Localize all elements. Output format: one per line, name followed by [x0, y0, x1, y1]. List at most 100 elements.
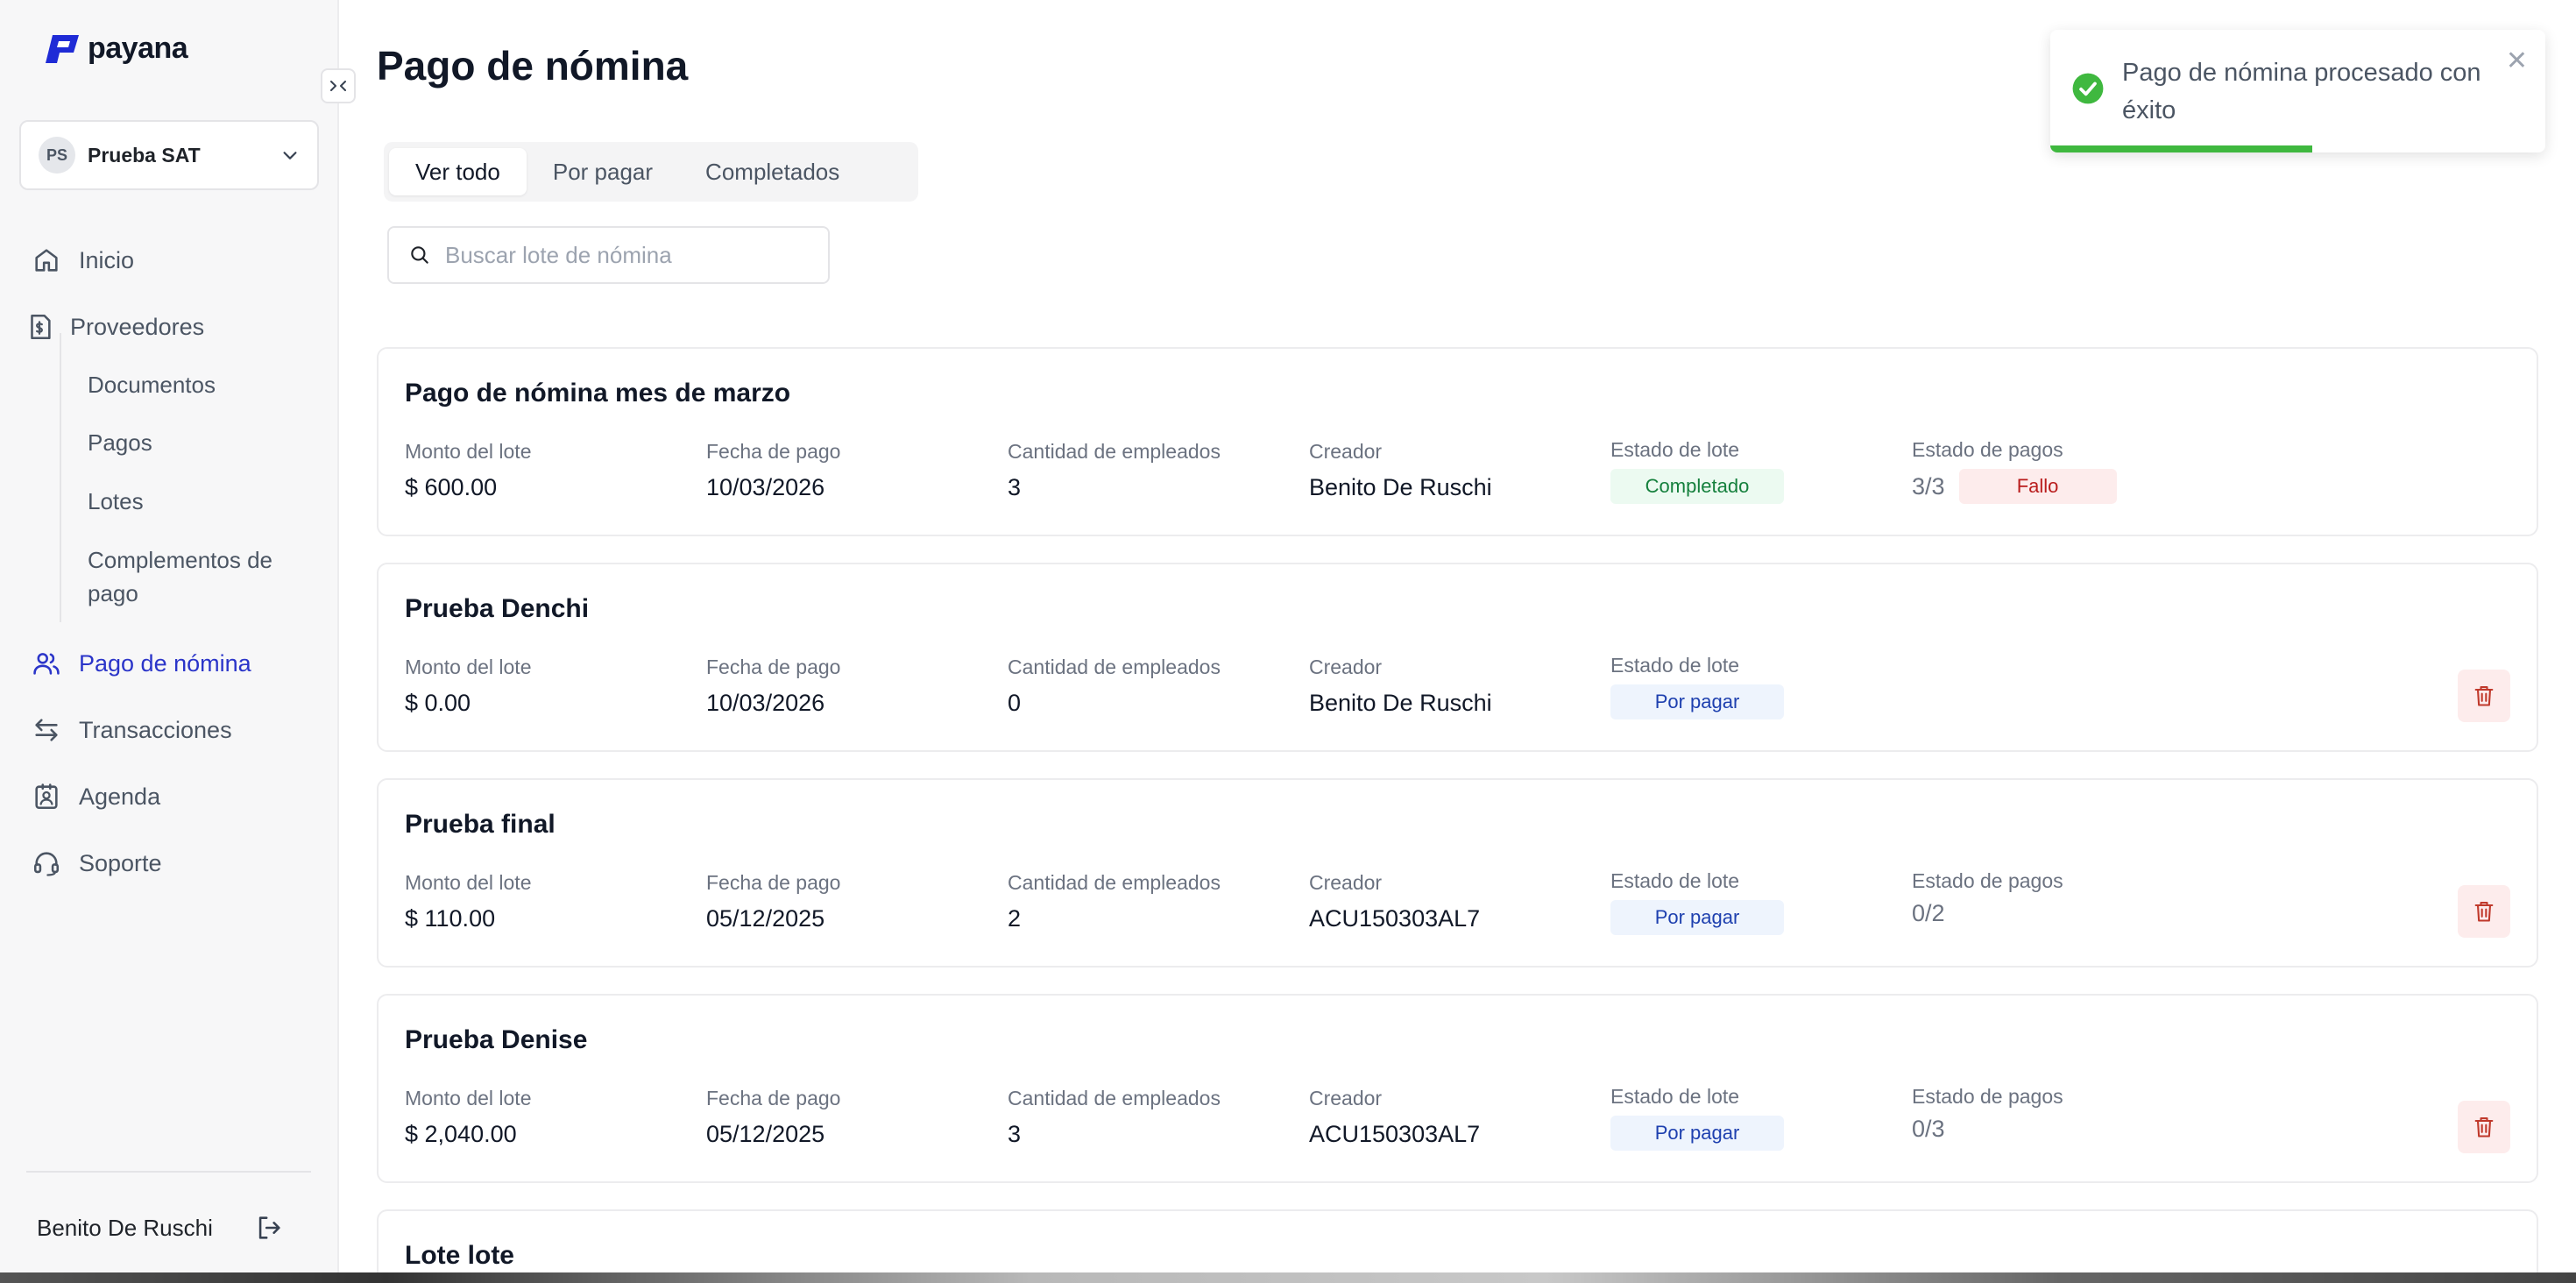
field-label: Estado de lote — [1610, 1085, 1740, 1108]
tab-por-pagar[interactable]: Por pagar — [527, 148, 679, 195]
page-title: Pago de nómina — [377, 43, 689, 89]
field-cantidad: Cantidad de empleados 2 — [1008, 871, 1221, 932]
company-avatar: PS — [39, 137, 75, 174]
arrows-swap-icon — [35, 719, 58, 741]
field-fecha: Fecha de pago 10/03/2026 — [706, 440, 840, 501]
search-box[interactable] — [387, 226, 830, 284]
close-icon[interactable]: ✕ — [2506, 46, 2528, 76]
field-value: ACU150303AL7 — [1309, 905, 1481, 932]
field-label: Fecha de pago — [706, 1087, 841, 1109]
field-estado-lote: Estado de lote Por pagar — [1610, 869, 1784, 935]
field-label: Monto del lote — [405, 656, 532, 678]
batch-title: Pago de nómina mes de marzo — [405, 379, 791, 408]
sidebar-item-soporte[interactable]: Soporte — [32, 848, 162, 878]
batch-title: Prueba Denchi — [405, 594, 590, 623]
batch-title: Prueba Denise — [405, 1025, 588, 1054]
payments-count: 0/2 — [1912, 900, 1945, 926]
field-label: Estado de pagos — [1912, 438, 2063, 461]
field-value: $ 600.00 — [405, 474, 498, 500]
field-estado-pagos: Estado de pagos 0/3 — [1912, 1085, 2063, 1143]
sidebar-subitem-pagos[interactable]: Pagos — [88, 426, 152, 459]
payments-count: 3/3 — [1912, 472, 1945, 500]
field-value: $ 0.00 — [405, 690, 471, 716]
field-estado-pagos: Estado de pagos 3/3 Fallo — [1912, 438, 2117, 504]
logout-icon[interactable] — [254, 1213, 284, 1243]
batch-card[interactable]: Pago de nómina mes de marzo Monto del lo… — [377, 347, 2538, 536]
field-label: Cantidad de empleados — [1008, 871, 1221, 894]
trash-icon — [2474, 902, 2494, 922]
field-label: Estado de lote — [1610, 654, 1740, 677]
field-creador: Creador Benito De Ruschi — [1309, 656, 1492, 717]
field-cantidad: Cantidad de empleados 0 — [1008, 656, 1221, 717]
company-selector[interactable]: PS Prueba SAT — [19, 120, 319, 190]
sidebar-item-label: Soporte — [79, 849, 162, 876]
trash-icon — [2474, 686, 2494, 706]
sidebar-item-pago-nomina[interactable]: Pago de nómina — [32, 649, 251, 678]
field-label: Monto del lote — [405, 1087, 532, 1109]
field-fecha: Fecha de pago 10/03/2026 — [706, 656, 840, 717]
batch-card[interactable]: Prueba final Monto del lote $ 110.00 Fec… — [377, 778, 2538, 968]
field-value: Benito De Ruschi — [1309, 474, 1492, 500]
sidebar-subitem-complementos[interactable]: Complementos de pago — [88, 543, 298, 610]
sidebar-item-label: Agenda — [79, 783, 161, 810]
status-badge: Por pagar — [1610, 900, 1784, 935]
success-toast: Pago de nómina procesado con éxito ✕ — [2050, 30, 2545, 152]
sidebar-item-proveedores[interactable]: Proveedores — [25, 312, 204, 342]
field-label: Estado de lote — [1610, 869, 1740, 892]
batch-card[interactable]: Prueba Denchi Monto del lote $ 0.00 Fech… — [377, 563, 2538, 752]
sidebar-item-transacciones[interactable]: Transacciones — [32, 715, 232, 745]
tab-completados[interactable]: Completados — [679, 148, 866, 195]
delete-button[interactable] — [2458, 1101, 2510, 1153]
field-label: Creador — [1309, 871, 1383, 894]
batch-title: Prueba final — [405, 810, 556, 839]
brand-name: payana — [88, 32, 188, 65]
chevron-down-icon — [283, 152, 297, 159]
filter-tabs: Ver todo Por pagar Completados — [384, 142, 918, 202]
sidebar-item-agenda[interactable]: Agenda — [32, 782, 160, 812]
toast-progress-bar — [2050, 145, 2313, 152]
users-icon — [33, 653, 60, 675]
sidebar: payana PS Prueba SAT Inicio Proveedores … — [0, 0, 339, 1283]
field-cantidad: Cantidad de empleados 3 — [1008, 1087, 1221, 1148]
field-label: Cantidad de empleados — [1008, 656, 1221, 678]
field-value: 05/12/2025 — [706, 1121, 825, 1147]
payments-count: 0/3 — [1912, 1116, 1945, 1142]
status-badge: Completado — [1610, 469, 1784, 504]
field-label: Estado de pagos — [1912, 1085, 2063, 1108]
delete-button[interactable] — [2458, 670, 2510, 722]
field-label: Cantidad de empleados — [1008, 440, 1221, 463]
sidebar-subitem-lotes[interactable]: Lotes — [88, 485, 144, 518]
field-label: Monto del lote — [405, 871, 532, 894]
sidebar-item-label: Inicio — [79, 246, 135, 273]
field-value: Benito De Ruschi — [1309, 690, 1492, 716]
field-creador: Creador Benito De Ruschi — [1309, 440, 1492, 501]
sidebar-item-inicio[interactable]: Inicio — [32, 245, 134, 275]
payana-logo[interactable]: payana — [44, 32, 188, 66]
field-label: Creador — [1309, 1087, 1383, 1109]
search-icon — [411, 246, 428, 264]
field-estado-pagos: Estado de pagos 0/2 — [1912, 869, 2063, 927]
toast-message: Pago de nómina procesado con éxito — [2122, 59, 2481, 124]
field-label: Fecha de pago — [706, 871, 841, 894]
bottom-edge — [0, 1272, 2576, 1283]
field-cantidad: Cantidad de empleados 3 — [1008, 440, 1221, 501]
collapse-sidebar-button[interactable] — [321, 68, 356, 103]
tab-ver-todo[interactable]: Ver todo — [389, 148, 527, 195]
delete-button[interactable] — [2458, 885, 2510, 938]
batch-card[interactable]: Prueba Denise Monto del lote $ 2,040.00 … — [377, 994, 2538, 1183]
field-label: Fecha de pago — [706, 440, 841, 463]
headset-icon — [33, 852, 60, 876]
field-monto: Monto del lote $ 110.00 — [405, 871, 531, 932]
field-fecha: Fecha de pago 05/12/2025 — [706, 1087, 840, 1148]
field-fecha: Fecha de pago 05/12/2025 — [706, 871, 840, 932]
field-estado-lote: Estado de lote Completado — [1610, 438, 1784, 504]
search-input[interactable] — [445, 241, 796, 269]
field-label: Cantidad de empleados — [1008, 1087, 1221, 1109]
field-value: ACU150303AL7 — [1309, 1121, 1481, 1147]
submenu-line — [60, 333, 61, 622]
field-estado-lote: Estado de lote Por pagar — [1610, 654, 1784, 719]
collapse-icon — [330, 81, 346, 91]
field-value: 3 — [1008, 1121, 1022, 1147]
field-value: $ 110.00 — [405, 905, 496, 932]
sidebar-subitem-documentos[interactable]: Documentos — [88, 368, 216, 401]
